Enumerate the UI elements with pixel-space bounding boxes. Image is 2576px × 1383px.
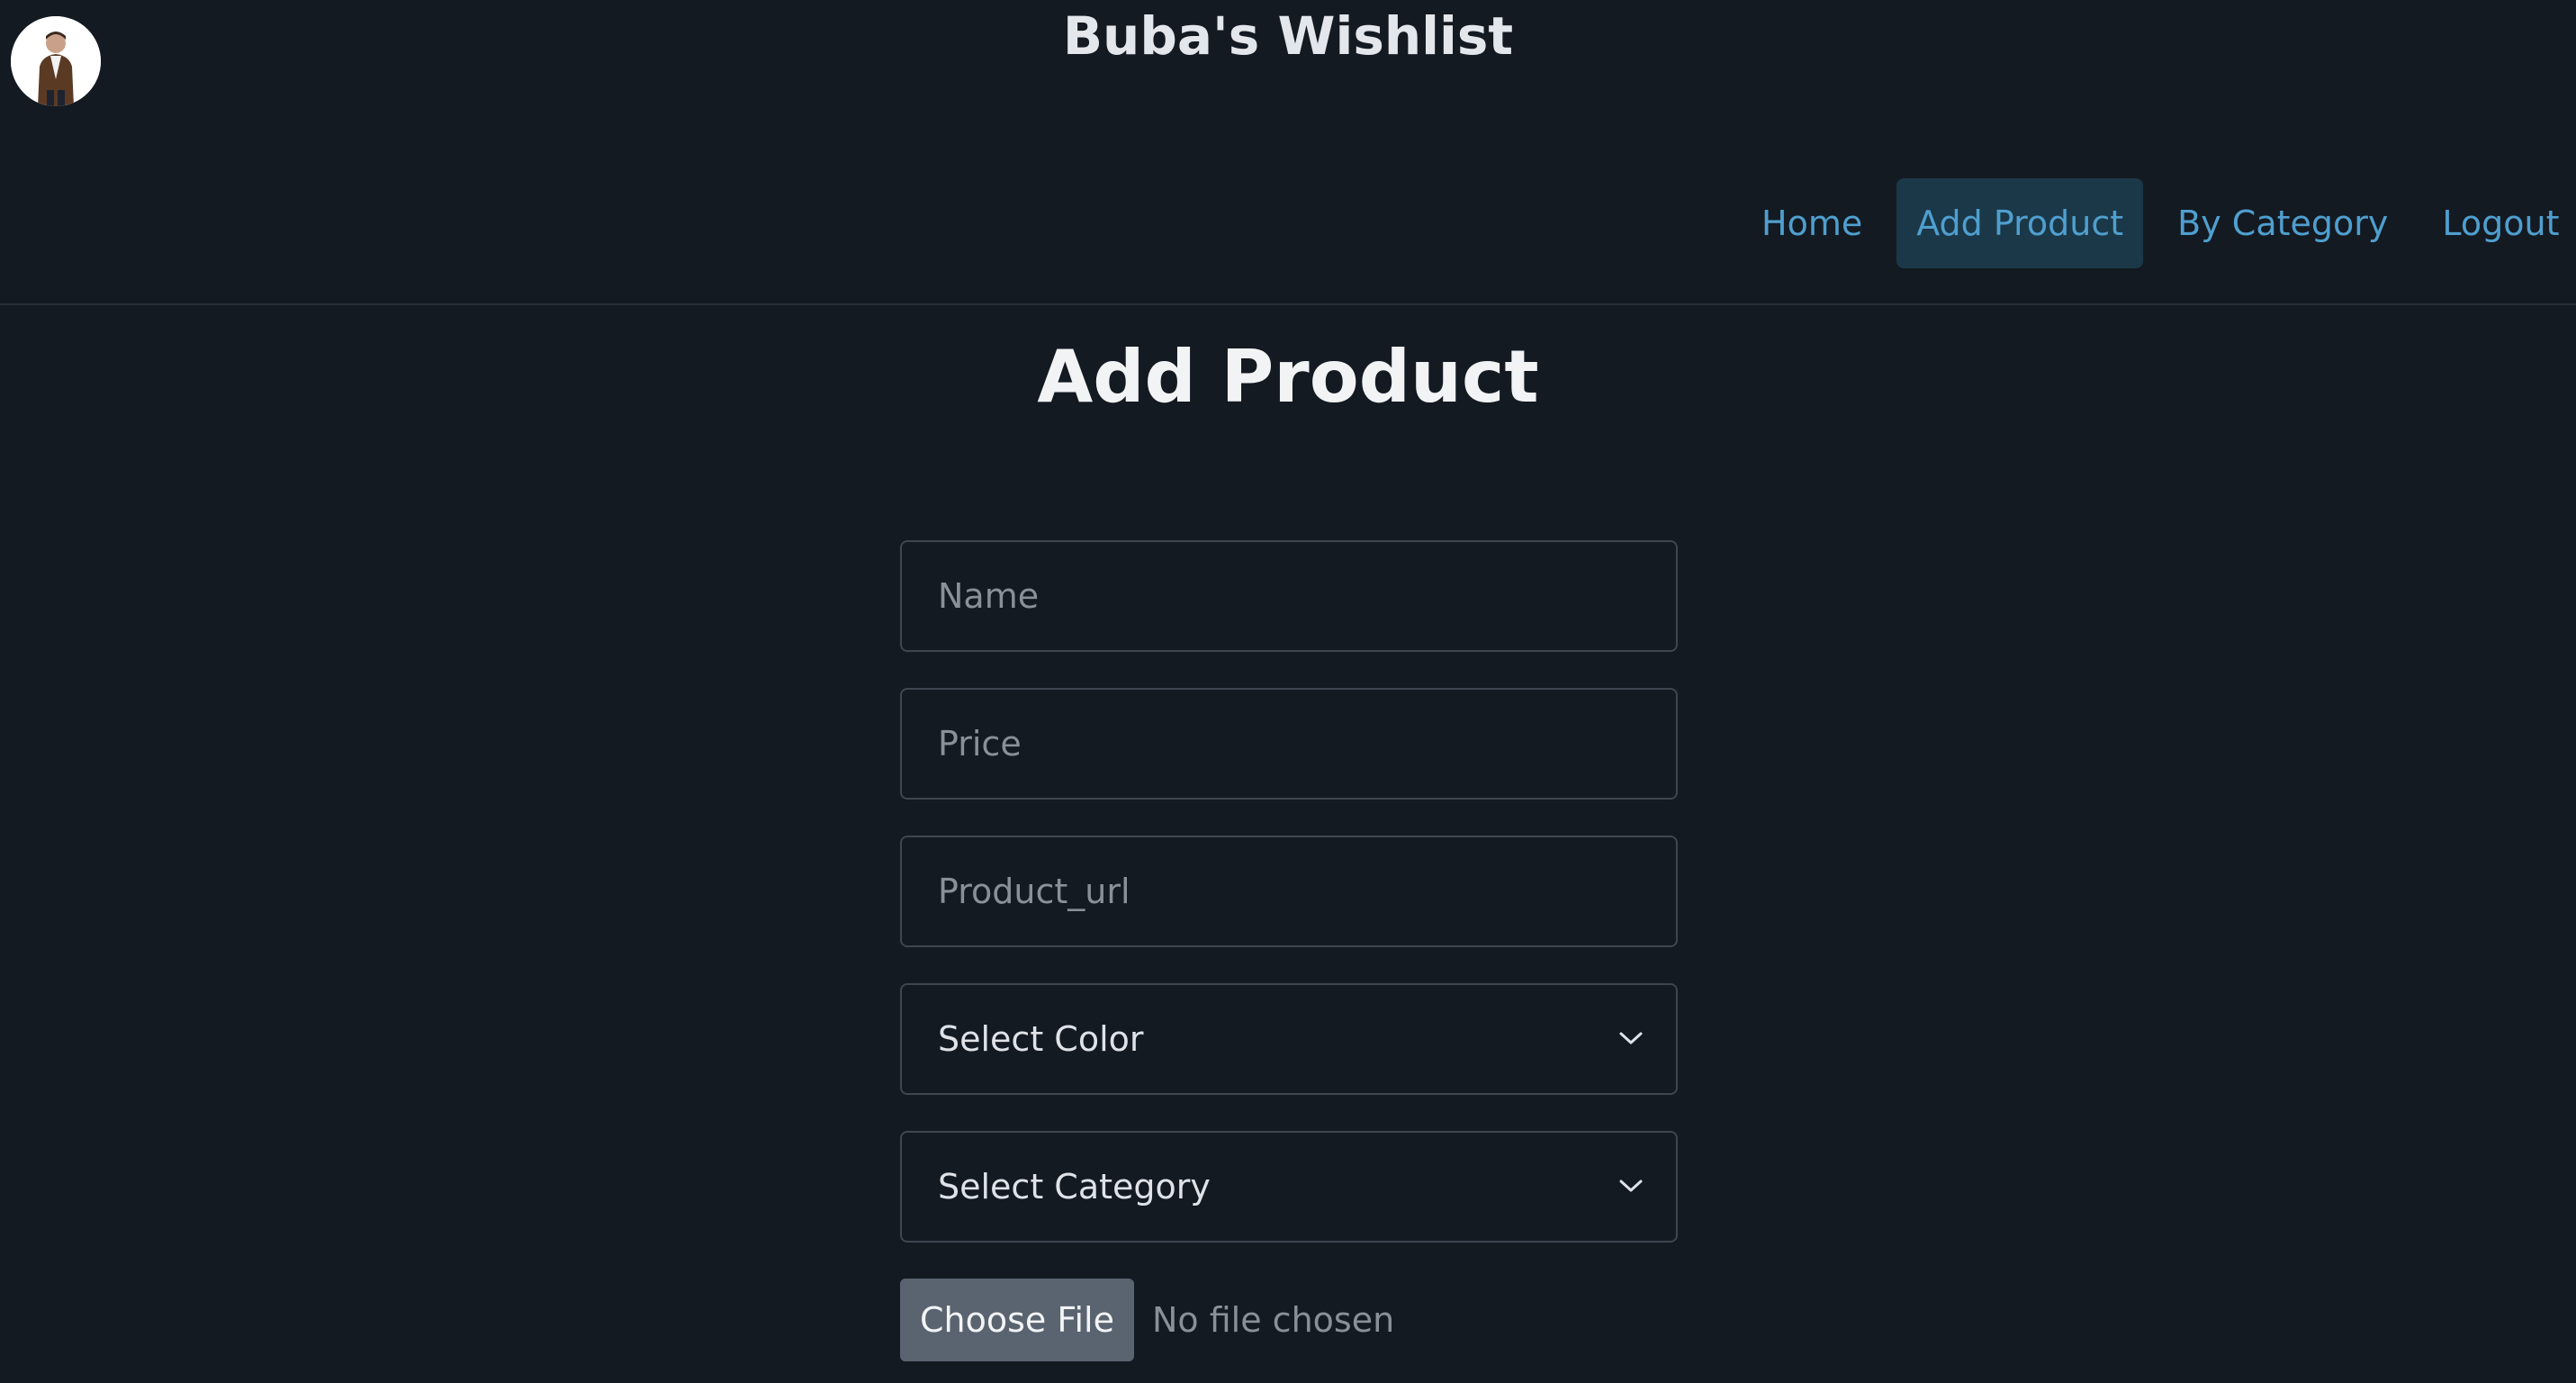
file-upload: Choose File No file chosen: [900, 1279, 1678, 1361]
product-url-field-wrapper: [900, 836, 1678, 947]
file-status-text: No file chosen: [1151, 1300, 1395, 1340]
color-select[interactable]: Select Color: [900, 983, 1678, 1095]
nav-item-home[interactable]: Home: [1742, 178, 1882, 268]
product-url-input[interactable]: [902, 837, 1676, 945]
page-title: Add Product: [1037, 335, 1539, 419]
nav-item-add-product[interactable]: Add Product: [1896, 178, 2144, 268]
main-nav: Home Add Product By Category Logout: [1742, 178, 2576, 268]
chevron-down-icon: [1619, 1032, 1643, 1044]
site-title: Buba's Wishlist: [1062, 5, 1514, 67]
add-product-form: Select Color Select Category Choose File…: [900, 540, 1678, 1361]
category-select[interactable]: Select Category: [900, 1131, 1678, 1243]
color-select-value: Select Color: [938, 1019, 1144, 1059]
price-field-wrapper: [900, 688, 1678, 800]
nav-item-by-category[interactable]: By Category: [2157, 178, 2408, 268]
header-divider: [0, 303, 2576, 305]
name-input[interactable]: [902, 542, 1676, 650]
nav-item-logout[interactable]: Logout: [2422, 178, 2576, 268]
chevron-down-icon: [1619, 1180, 1643, 1192]
category-select-value: Select Category: [938, 1167, 1211, 1207]
name-field-wrapper: [900, 540, 1678, 652]
price-input[interactable]: [902, 690, 1676, 798]
choose-file-button[interactable]: Choose File: [900, 1279, 1134, 1361]
page: Buba's Wishlist Home Add Product By Cate…: [0, 0, 2576, 1383]
